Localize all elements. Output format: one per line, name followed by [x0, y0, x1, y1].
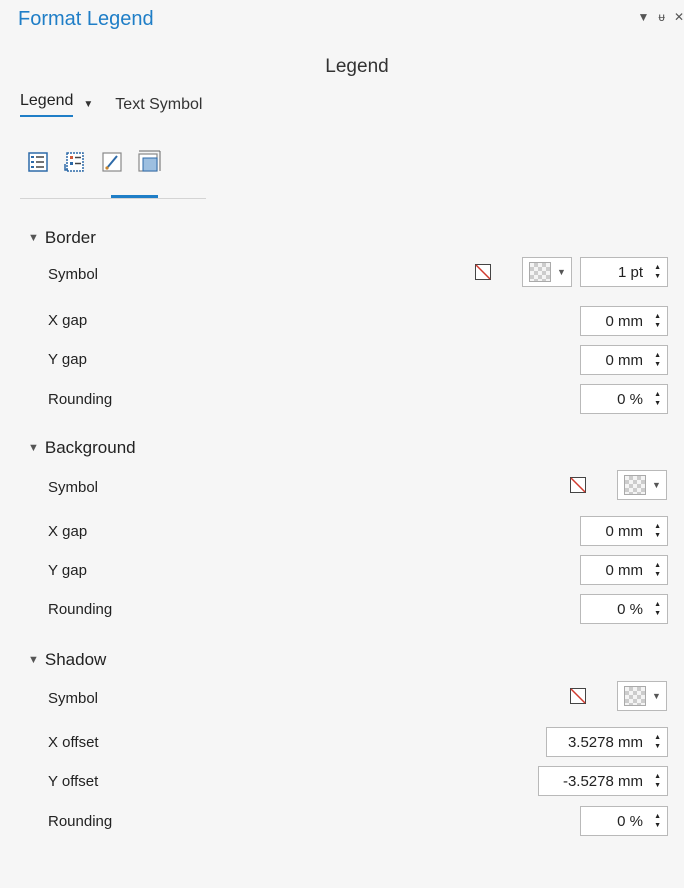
tab-dropdown-icon[interactable]: ▼	[83, 99, 93, 110]
border-ygap-label: Y gap	[48, 351, 87, 368]
shadow-rounding-value: 0 %	[617, 812, 643, 830]
tab-text-symbol[interactable]: Text Symbol	[115, 96, 202, 114]
no-symbol-icon[interactable]	[570, 688, 586, 704]
format-tabs: Legend ▼ Text Symbol	[20, 92, 202, 117]
border-xgap-spinner[interactable]: 0 mm ▲ ▼	[580, 306, 668, 336]
spinner-arrows-icon[interactable]: ▲ ▼	[654, 773, 661, 789]
close-icon[interactable]: ✕	[674, 10, 684, 24]
background-ygap-value: 0 mm	[605, 561, 644, 579]
border-width-spinner[interactable]: 1 pt ▲ ▼	[580, 257, 668, 287]
dropdown-arrow-icon: ▼	[652, 480, 661, 490]
chevron-down-icon: ▼	[28, 442, 39, 454]
spinner-arrows-icon[interactable]: ▲ ▼	[654, 734, 661, 750]
background-rounding-spinner[interactable]: 0 % ▲ ▼	[580, 594, 668, 624]
border-width-value: 1 pt	[617, 263, 643, 281]
background-ygap-label: Y gap	[48, 562, 87, 579]
shadow-yoffset-spinner[interactable]: -3.5278 mm ▲ ▼	[538, 766, 668, 796]
spinner-arrows-icon[interactable]: ▲ ▼	[654, 601, 661, 617]
shadow-symbol-label: Symbol	[48, 690, 99, 707]
background-section-title: Background	[44, 438, 136, 457]
border-rounding-spinner[interactable]: 0 % ▲ ▼	[580, 384, 668, 414]
chevron-down-icon: ▼	[28, 232, 39, 244]
no-symbol-icon[interactable]	[570, 477, 586, 493]
spinner-arrows-icon[interactable]: ▲ ▼	[654, 352, 661, 368]
background-color-picker[interactable]: ▼	[617, 470, 667, 500]
shadow-section-title: Shadow	[44, 650, 107, 669]
shadow-rounding-label: Rounding	[48, 813, 113, 830]
shadow-rounding-spinner[interactable]: 0 % ▲ ▼	[580, 806, 668, 836]
color-swatch	[624, 475, 646, 495]
spinner-arrows-icon[interactable]: ▲ ▼	[654, 562, 661, 578]
shadow-section-header[interactable]: ▼ Shadow	[28, 650, 106, 670]
tab-divider	[20, 198, 206, 199]
background-rounding-value: 0 %	[617, 600, 643, 618]
background-symbol-label: Symbol	[48, 479, 99, 496]
spinner-arrows-icon[interactable]: ▲ ▼	[654, 813, 661, 829]
border-ygap-spinner[interactable]: 0 mm ▲ ▼	[580, 345, 668, 375]
shadow-xoffset-value: 3.5278 mm	[567, 733, 643, 751]
background-section-header[interactable]: ▼ Background	[28, 438, 136, 458]
background-xgap-value: 0 mm	[605, 522, 644, 540]
spinner-arrows-icon[interactable]: ▲ ▼	[654, 523, 661, 539]
shadow-xoffset-spinner[interactable]: 3.5278 mm ▲ ▼	[546, 727, 668, 757]
color-swatch	[529, 262, 551, 282]
shadow-xoffset-label: X offset	[48, 734, 99, 751]
spinner-arrows-icon[interactable]: ▲ ▼	[654, 264, 661, 280]
window-controls: ▼ ᵾ ✕	[637, 10, 684, 24]
spinner-arrows-icon[interactable]: ▲ ▼	[654, 313, 661, 329]
dropdown-arrow-icon: ▼	[652, 691, 661, 701]
options-dropdown-icon[interactable]: ▼	[637, 10, 649, 24]
shadow-yoffset-value: -3.5278 mm	[562, 772, 643, 790]
format-icon-bar	[24, 148, 163, 176]
display-brush-icon[interactable]	[98, 148, 126, 176]
dropdown-arrow-icon: ▼	[557, 267, 566, 277]
legend-items-icon[interactable]	[61, 148, 89, 176]
pane-title: Format Legend	[18, 8, 154, 30]
shadow-color-picker[interactable]: ▼	[617, 681, 667, 711]
element-name: Legend	[325, 56, 389, 77]
background-xgap-spinner[interactable]: 0 mm ▲ ▼	[580, 516, 668, 546]
border-ygap-value: 0 mm	[605, 351, 644, 369]
no-symbol-icon[interactable]	[475, 264, 491, 280]
chevron-down-icon: ▼	[28, 654, 39, 666]
spinner-arrows-icon[interactable]: ▲ ▼	[654, 391, 661, 407]
shadow-yoffset-label: Y offset	[48, 773, 99, 790]
legend-arrangement-icon[interactable]	[24, 148, 52, 176]
tab-legend[interactable]: Legend	[20, 92, 74, 117]
background-ygap-spinner[interactable]: 0 mm ▲ ▼	[580, 555, 668, 585]
border-xgap-label: X gap	[48, 312, 88, 329]
border-rounding-value: 0 %	[617, 390, 643, 408]
color-swatch	[624, 686, 646, 706]
border-section-header[interactable]: ▼ Border	[28, 228, 96, 248]
pin-icon[interactable]: ᵾ	[658, 10, 665, 24]
border-color-picker[interactable]: ▼	[522, 257, 572, 287]
background-rounding-label: Rounding	[48, 601, 113, 618]
border-rounding-label: Rounding	[48, 391, 113, 408]
border-xgap-value: 0 mm	[605, 312, 644, 330]
placement-frame-icon[interactable]	[135, 148, 163, 176]
border-symbol-label: Symbol	[48, 266, 99, 283]
border-section-title: Border	[44, 228, 96, 247]
background-xgap-label: X gap	[48, 523, 88, 540]
